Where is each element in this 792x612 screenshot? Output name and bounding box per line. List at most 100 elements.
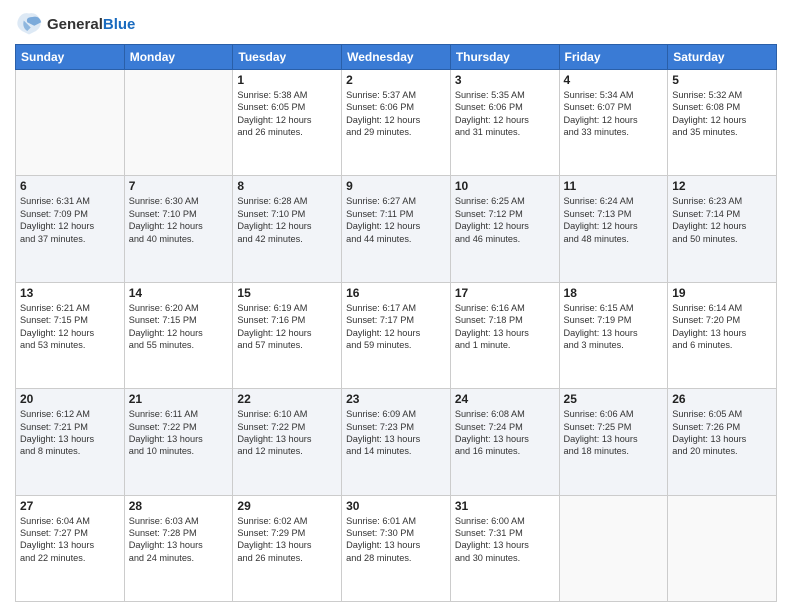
day-info: Sunrise: 6:04 AM Sunset: 7:27 PM Dayligh… — [20, 515, 120, 565]
calendar-cell: 17 Sunrise: 6:16 AM Sunset: 7:18 PM Dayli… — [450, 282, 559, 388]
day-number: 8 — [237, 179, 337, 193]
calendar-cell: 6 Sunrise: 6:31 AM Sunset: 7:09 PM Daylig… — [16, 176, 125, 282]
calendar-cell: 13 Sunrise: 6:21 AM Sunset: 7:15 PM Dayli… — [16, 282, 125, 388]
day-number: 26 — [672, 392, 772, 406]
calendar-cell: 12Sunrise: 6:23 AM Sunset: 7:14 PM Dayli… — [668, 176, 777, 282]
calendar-cell: 28Sunrise: 6:03 AM Sunset: 7:28 PM Dayli… — [124, 495, 233, 601]
day-number: 16 — [346, 286, 446, 300]
day-info: Sunrise: 6:06 AM Sunset: 7:25 PM Dayligh… — [564, 408, 664, 458]
day-info: Sunrise: 6:11 AM Sunset: 7:22 PM Dayligh… — [129, 408, 229, 458]
day-number: 27 — [20, 499, 120, 513]
calendar-cell: 22 Sunrise: 6:10 AM Sunset: 7:22 PM Dayli… — [233, 389, 342, 495]
calendar-cell: 15 Sunrise: 6:19 AM Sunset: 7:16 PM Dayli… — [233, 282, 342, 388]
day-info: Sunrise: 6:08 AM Sunset: 7:24 PM Dayligh… — [455, 408, 555, 458]
calendar-cell: 2Sunrise: 5:37 AM Sunset: 6:06 PM Daylig… — [342, 70, 451, 176]
day-info: Sunrise: 6:31 AM Sunset: 7:09 PM Dayligh… — [20, 195, 120, 245]
calendar-cell — [668, 495, 777, 601]
calendar-cell: 30 Sunrise: 6:01 AM Sunset: 7:30 PM Dayli… — [342, 495, 451, 601]
day-header-friday: Friday — [559, 45, 668, 70]
day-info: Sunrise: 6:20 AM Sunset: 7:15 PM Dayligh… — [129, 302, 229, 352]
day-info: Sunrise: 6:30 AM Sunset: 7:10 PM Dayligh… — [129, 195, 229, 245]
day-number: 25 — [564, 392, 664, 406]
calendar-cell: 18 Sunrise: 6:15 AM Sunset: 7:19 PM Dayli… — [559, 282, 668, 388]
day-number: 19 — [672, 286, 772, 300]
day-number: 24 — [455, 392, 555, 406]
day-info: Sunrise: 6:16 AM Sunset: 7:18 PM Dayligh… — [455, 302, 555, 352]
day-number: 28 — [129, 499, 229, 513]
day-info: Sunrise: 6:19 AM Sunset: 7:16 PM Dayligh… — [237, 302, 337, 352]
day-info: Sunrise: 5:32 AM Sunset: 6:08 PM Dayligh… — [672, 89, 772, 139]
day-number: 18 — [564, 286, 664, 300]
day-info: Sunrise: 6:17 AM Sunset: 7:17 PM Dayligh… — [346, 302, 446, 352]
day-number: 14 — [129, 286, 229, 300]
calendar-cell: 20Sunrise: 6:12 AM Sunset: 7:21 PM Dayli… — [16, 389, 125, 495]
day-info: Sunrise: 6:00 AM Sunset: 7:31 PM Dayligh… — [455, 515, 555, 565]
day-header-saturday: Saturday — [668, 45, 777, 70]
day-info: Sunrise: 5:38 AM Sunset: 6:05 PM Dayligh… — [237, 89, 337, 139]
day-number: 7 — [129, 179, 229, 193]
calendar-cell: 8 Sunrise: 6:28 AM Sunset: 7:10 PM Daylig… — [233, 176, 342, 282]
day-number: 20 — [20, 392, 120, 406]
calendar-cell: 11 Sunrise: 6:24 AM Sunset: 7:13 PM Dayli… — [559, 176, 668, 282]
calendar-cell: 14 Sunrise: 6:20 AM Sunset: 7:15 PM Dayli… — [124, 282, 233, 388]
day-header-wednesday: Wednesday — [342, 45, 451, 70]
calendar-cell: 29 Sunrise: 6:02 AM Sunset: 7:29 PM Dayli… — [233, 495, 342, 601]
calendar-cell: 9 Sunrise: 6:27 AM Sunset: 7:11 PM Daylig… — [342, 176, 451, 282]
day-number: 11 — [564, 179, 664, 193]
day-header-tuesday: Tuesday — [233, 45, 342, 70]
day-info: Sunrise: 5:34 AM Sunset: 6:07 PM Dayligh… — [564, 89, 664, 139]
day-number: 21 — [129, 392, 229, 406]
calendar-cell: 16 Sunrise: 6:17 AM Sunset: 7:17 PM Dayli… — [342, 282, 451, 388]
calendar-cell: 26 Sunrise: 6:05 AM Sunset: 7:26 PM Dayli… — [668, 389, 777, 495]
calendar-cell: 3Sunrise: 5:35 AM Sunset: 6:06 PM Daylig… — [450, 70, 559, 176]
day-info: Sunrise: 6:05 AM Sunset: 7:26 PM Dayligh… — [672, 408, 772, 458]
day-header-sunday: Sunday — [16, 45, 125, 70]
day-info: Sunrise: 6:27 AM Sunset: 7:11 PM Dayligh… — [346, 195, 446, 245]
day-number: 13 — [20, 286, 120, 300]
calendar-table: SundayMondayTuesdayWednesdayThursdayFrid… — [15, 44, 777, 602]
header: GeneralBlue — [15, 10, 777, 38]
day-number: 5 — [672, 73, 772, 87]
calendar-cell: 27 Sunrise: 6:04 AM Sunset: 7:27 PM Dayli… — [16, 495, 125, 601]
day-number: 22 — [237, 392, 337, 406]
day-info: Sunrise: 6:01 AM Sunset: 7:30 PM Dayligh… — [346, 515, 446, 565]
day-info: Sunrise: 6:14 AM Sunset: 7:20 PM Dayligh… — [672, 302, 772, 352]
day-number: 31 — [455, 499, 555, 513]
day-info: Sunrise: 6:09 AM Sunset: 7:23 PM Dayligh… — [346, 408, 446, 458]
logo-icon — [15, 10, 43, 38]
calendar-cell: 5 Sunrise: 5:32 AM Sunset: 6:08 PM Daylig… — [668, 70, 777, 176]
day-info: Sunrise: 6:28 AM Sunset: 7:10 PM Dayligh… — [237, 195, 337, 245]
day-number: 17 — [455, 286, 555, 300]
day-info: Sunrise: 5:35 AM Sunset: 6:06 PM Dayligh… — [455, 89, 555, 139]
calendar-cell: 23Sunrise: 6:09 AM Sunset: 7:23 PM Dayli… — [342, 389, 451, 495]
day-number: 6 — [20, 179, 120, 193]
day-info: Sunrise: 6:25 AM Sunset: 7:12 PM Dayligh… — [455, 195, 555, 245]
day-number: 10 — [455, 179, 555, 193]
day-header-thursday: Thursday — [450, 45, 559, 70]
calendar-cell — [559, 495, 668, 601]
day-number: 1 — [237, 73, 337, 87]
day-number: 9 — [346, 179, 446, 193]
calendar-cell: 21 Sunrise: 6:11 AM Sunset: 7:22 PM Dayli… — [124, 389, 233, 495]
day-info: Sunrise: 6:10 AM Sunset: 7:22 PM Dayligh… — [237, 408, 337, 458]
day-info: Sunrise: 6:21 AM Sunset: 7:15 PM Dayligh… — [20, 302, 120, 352]
calendar-cell: 4 Sunrise: 5:34 AM Sunset: 6:07 PM Daylig… — [559, 70, 668, 176]
calendar-cell: 25 Sunrise: 6:06 AM Sunset: 7:25 PM Dayli… — [559, 389, 668, 495]
calendar-cell: 24 Sunrise: 6:08 AM Sunset: 7:24 PM Dayli… — [450, 389, 559, 495]
calendar-cell: 19 Sunrise: 6:14 AM Sunset: 7:20 PM Dayli… — [668, 282, 777, 388]
logo-text: GeneralBlue — [47, 16, 135, 33]
day-number: 4 — [564, 73, 664, 87]
day-info: Sunrise: 5:37 AM Sunset: 6:06 PM Dayligh… — [346, 89, 446, 139]
calendar-cell — [16, 70, 125, 176]
day-number: 15 — [237, 286, 337, 300]
calendar-cell: 31 Sunrise: 6:00 AM Sunset: 7:31 PM Dayli… — [450, 495, 559, 601]
day-info: Sunrise: 6:02 AM Sunset: 7:29 PM Dayligh… — [237, 515, 337, 565]
page: GeneralBlue SundayMondayTuesdayWednesday… — [0, 0, 792, 612]
day-number: 29 — [237, 499, 337, 513]
day-info: Sunrise: 6:15 AM Sunset: 7:19 PM Dayligh… — [564, 302, 664, 352]
day-number: 12 — [672, 179, 772, 193]
calendar-cell — [124, 70, 233, 176]
day-info: Sunrise: 6:24 AM Sunset: 7:13 PM Dayligh… — [564, 195, 664, 245]
day-number: 30 — [346, 499, 446, 513]
calendar-cell: 1 Sunrise: 5:38 AM Sunset: 6:05 PM Daylig… — [233, 70, 342, 176]
